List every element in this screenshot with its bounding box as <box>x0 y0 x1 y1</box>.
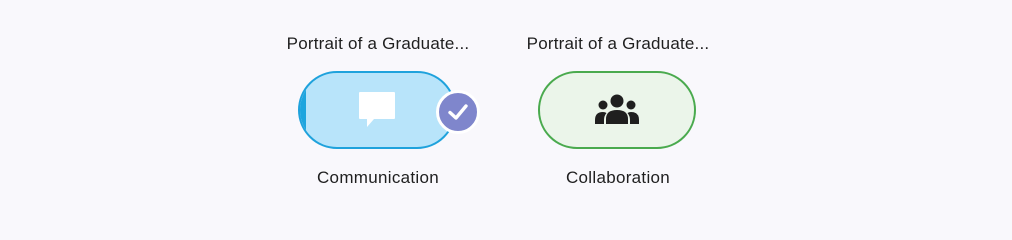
card-title: Portrait of a Graduate... <box>286 34 470 53</box>
card-label: Collaboration <box>565 168 671 187</box>
competency-card-collaboration[interactable]: Portrait of a Graduate... Collaboration <box>508 0 728 210</box>
communication-pill-button[interactable] <box>298 71 456 149</box>
speech-bubble-icon <box>356 89 398 131</box>
card-title: Portrait of a Graduate... <box>526 34 710 53</box>
competency-card-communication[interactable]: Portrait of a Graduate... Communication <box>268 0 488 210</box>
card-label: Communication <box>316 168 439 187</box>
collaboration-pill-button[interactable] <box>538 71 696 149</box>
group-people-icon <box>594 93 640 127</box>
selected-check-icon <box>436 90 480 134</box>
